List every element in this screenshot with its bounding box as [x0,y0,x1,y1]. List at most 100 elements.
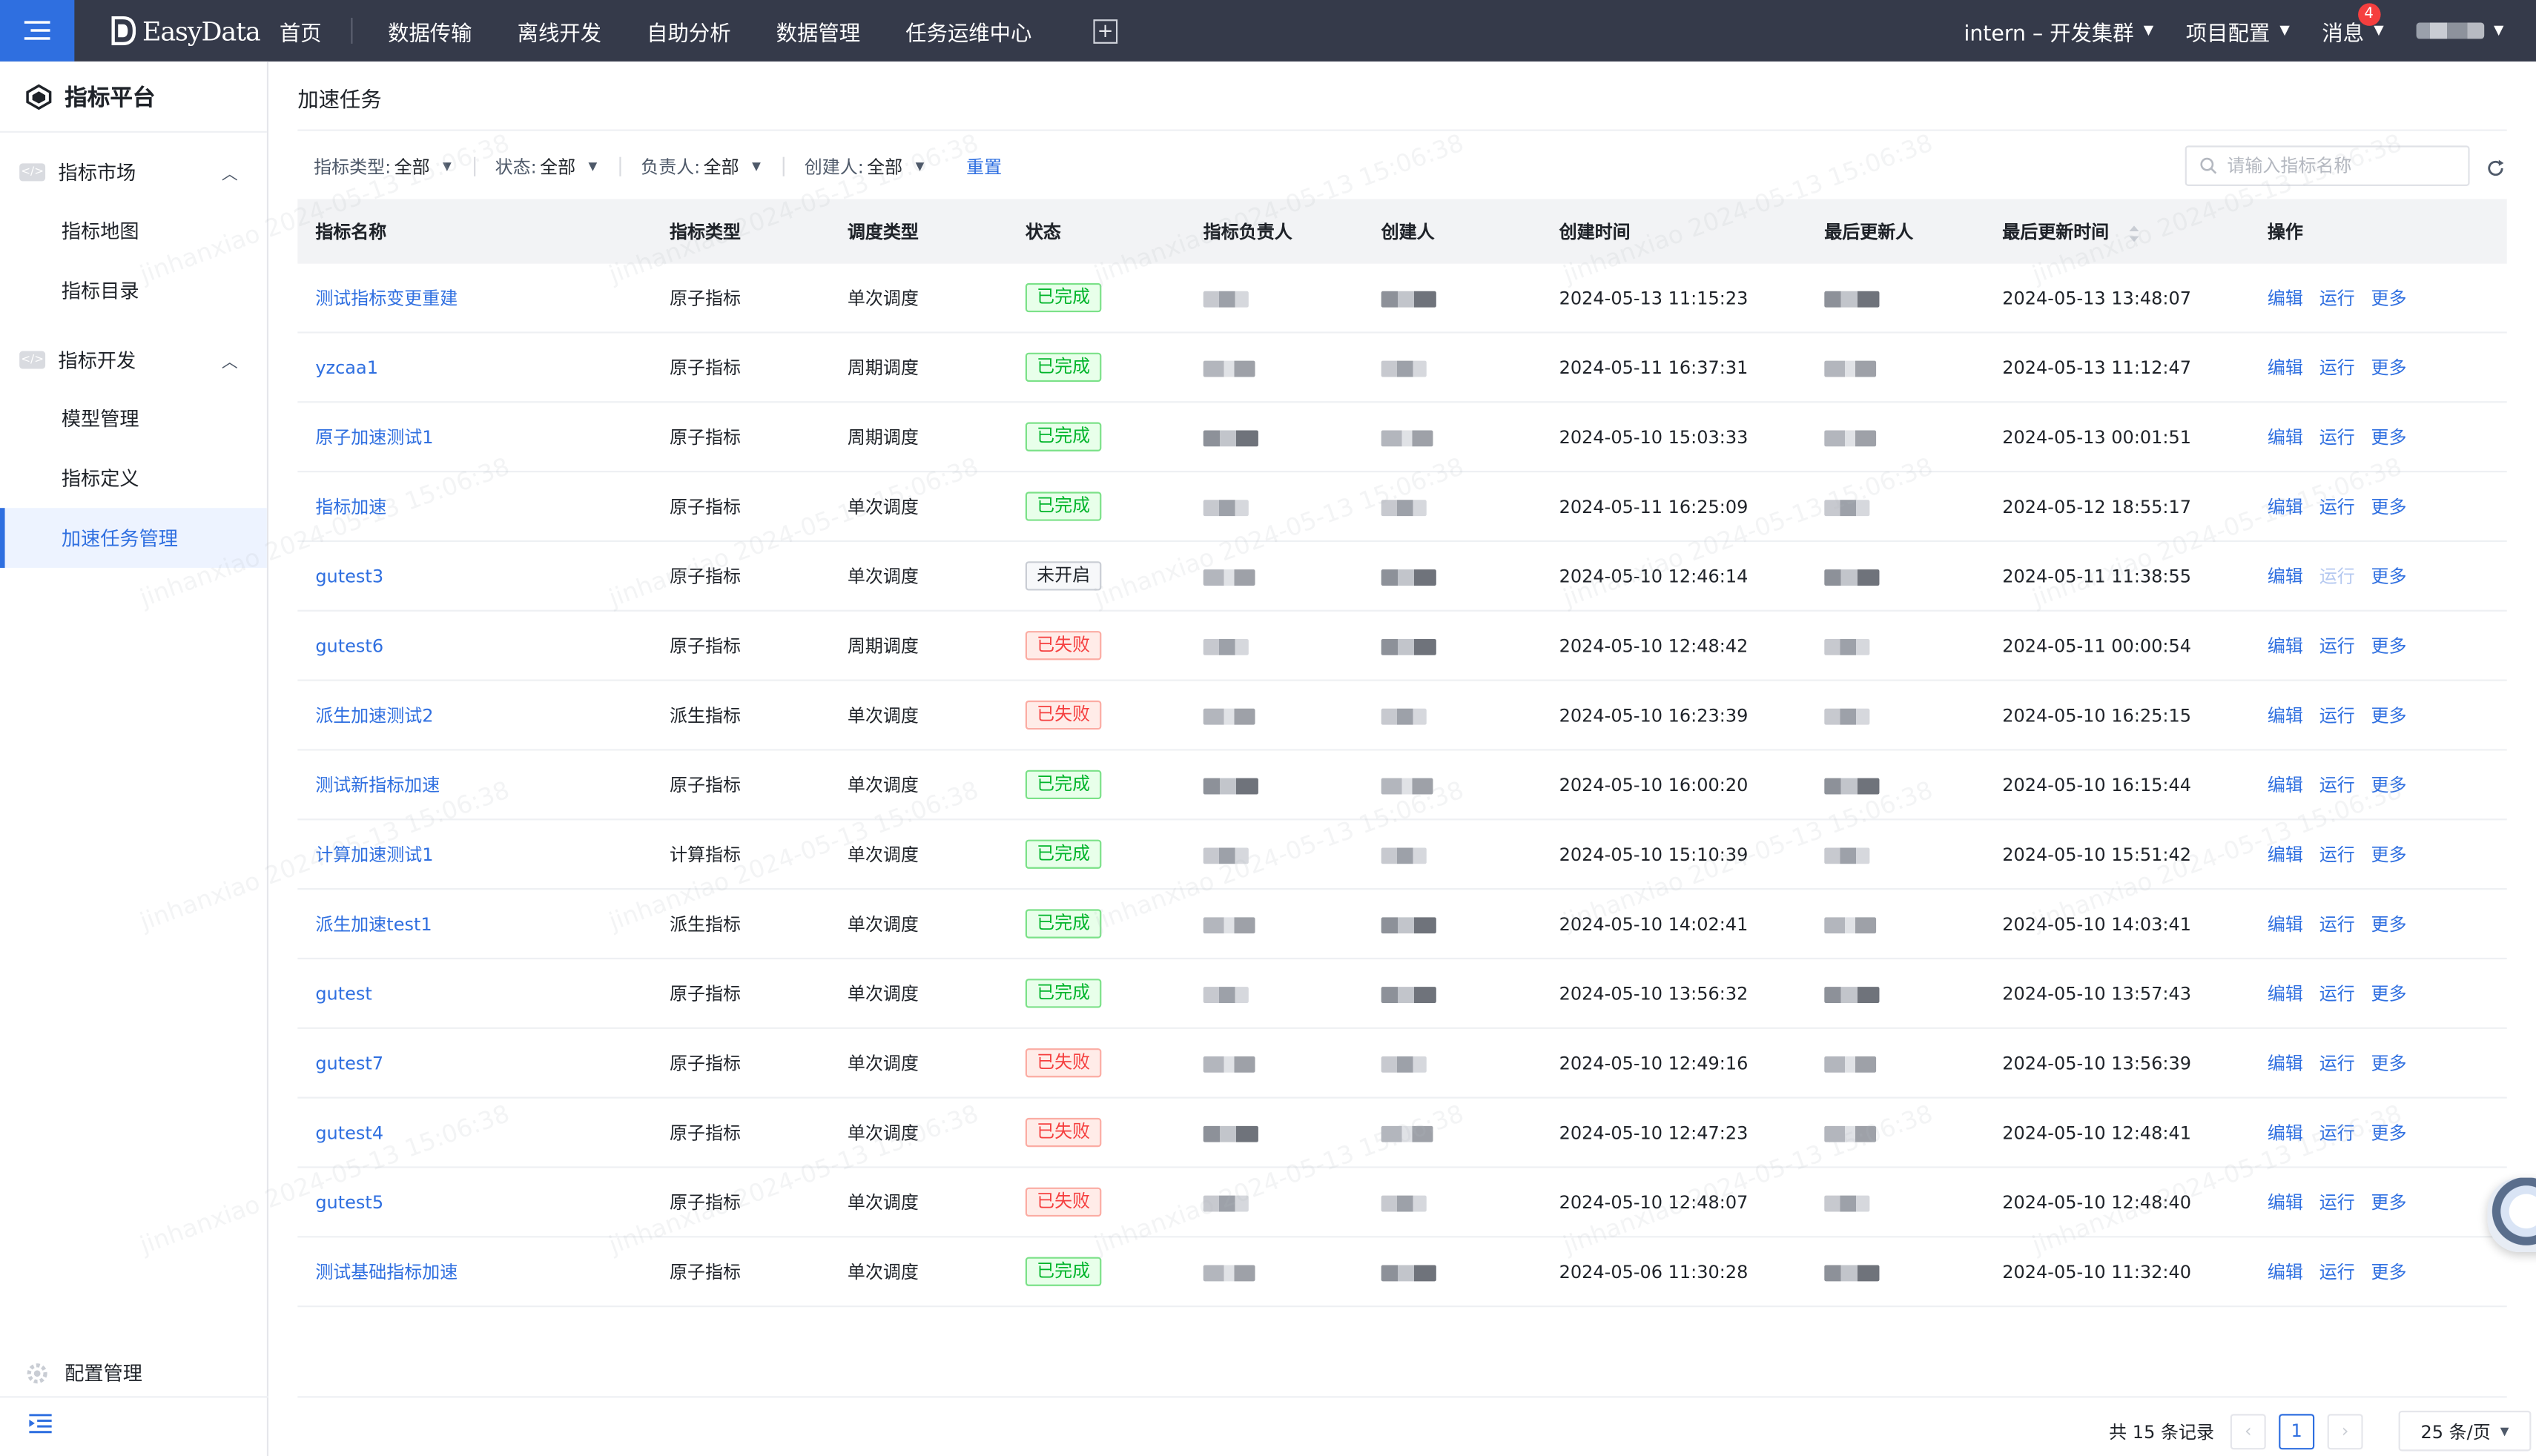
metric-name-link[interactable]: 计算加速测试1 [315,844,433,865]
reset-button[interactable]: 重置 [966,153,1002,179]
page-number-button[interactable]: 1 [2279,1413,2315,1449]
more-button[interactable]: 更多 [2371,1119,2407,1145]
run-button[interactable]: 运行 [2319,424,2355,450]
filter-creator[interactable]: 创建人: 全部 ▼ [805,153,925,179]
metric-name-link[interactable]: gutest [315,983,372,1004]
run-button[interactable]: 运行 [2319,911,2355,937]
cell-metric-type: 原子指标 [669,635,741,657]
next-page-button[interactable]: › [2327,1413,2363,1449]
run-button[interactable]: 运行 [2319,841,2355,867]
more-button[interactable]: 更多 [2371,424,2407,450]
cluster-select[interactable]: intern – 开发集群 ▼ [1964,16,2153,46]
run-button[interactable]: 运行 [2319,702,2355,728]
more-button[interactable]: 更多 [2371,702,2407,728]
cell-status: 已失败 [1008,1187,1186,1217]
edit-button[interactable]: 编辑 [2268,1119,2303,1145]
run-button[interactable]: 运行 [2319,980,2355,1006]
more-button[interactable]: 更多 [2371,563,2407,589]
edit-button[interactable]: 编辑 [2268,1189,2303,1215]
nav-home[interactable]: 首页 [280,16,322,46]
edit-button[interactable]: 编辑 [2268,980,2303,1006]
messages-menu[interactable]: 消息 ▼ 4 [2322,2,2384,46]
edit-button[interactable]: 编辑 [2268,772,2303,798]
cell-metric-name: gutest7 [297,1053,652,1073]
search-input[interactable] [2227,155,2454,176]
sidebar-group-dev[interactable]: </> 指标开发 ︿ [0,330,267,388]
edit-button[interactable]: 编辑 [2268,702,2303,728]
metric-name-link[interactable]: gutest4 [315,1122,383,1142]
run-button[interactable]: 运行 [2319,772,2355,798]
assistant-robot-button[interactable] [2487,1177,2536,1253]
more-button[interactable]: 更多 [2371,980,2407,1006]
run-button[interactable]: 运行 [2319,563,2355,589]
more-button[interactable]: 更多 [2371,772,2407,798]
metric-name-link[interactable]: 测试指标变更重建 [315,288,458,308]
nav-data-management[interactable]: 数据管理 [776,16,860,46]
edit-button[interactable]: 编辑 [2268,563,2303,589]
run-button[interactable]: 运行 [2319,494,2355,520]
metric-name-link[interactable]: gutest6 [315,635,383,656]
prev-page-button[interactable]: ‹ [2230,1413,2266,1449]
metric-name-link[interactable]: 派生加速test1 [315,914,432,935]
metric-name-link[interactable]: gutest3 [315,566,383,586]
more-button[interactable]: 更多 [2371,1050,2407,1076]
menu-toggle-button[interactable] [0,0,75,62]
sidebar-item-acceleration-tasks[interactable]: 加速任务管理 [0,508,267,568]
more-button[interactable]: 更多 [2371,632,2407,658]
edit-button[interactable]: 编辑 [2268,354,2303,380]
run-button[interactable]: 运行 [2319,1050,2355,1076]
edit-button[interactable]: 编辑 [2268,841,2303,867]
sidebar-item-metric-map[interactable]: 指标地图 [0,201,267,261]
metric-name-link[interactable]: 派生加速测试2 [315,705,433,726]
filter-metric-type[interactable]: 指标类型: 全部 ▼ [314,153,452,179]
more-button[interactable]: 更多 [2371,841,2407,867]
refresh-button[interactable] [2486,153,2505,184]
metric-name-link[interactable]: 测试新指标加速 [315,775,440,795]
run-button[interactable]: 运行 [2319,632,2355,658]
sidebar-item-metric-definition[interactable]: 指标定义 [0,448,267,508]
filter-status[interactable]: 状态: 全部 ▼ [495,153,598,179]
metric-name-link[interactable]: 指标加速 [315,497,386,517]
more-button[interactable]: 更多 [2371,1259,2407,1285]
edit-button[interactable]: 编辑 [2268,911,2303,937]
metric-name-link[interactable]: 原子加速测试1 [315,427,433,448]
sort-icon[interactable] [2128,224,2139,242]
nav-offline-dev[interactable]: 离线开发 [518,16,601,46]
app-logo[interactable]: EasyData [110,16,261,46]
metric-name-link[interactable]: gutest5 [315,1191,383,1212]
edit-button[interactable]: 编辑 [2268,285,2303,311]
edit-button[interactable]: 编辑 [2268,494,2303,520]
run-button[interactable]: 运行 [2319,1119,2355,1145]
nav-data-transfer[interactable]: 数据传输 [388,16,472,46]
more-button[interactable]: 更多 [2371,285,2407,311]
more-button[interactable]: 更多 [2371,1189,2407,1215]
edit-button[interactable]: 编辑 [2268,1050,2303,1076]
page-size-select[interactable]: 25 条/页 ▼ [2398,1410,2532,1452]
project-config-menu[interactable]: 项目配置 ▼ [2186,16,2290,46]
more-button[interactable]: 更多 [2371,494,2407,520]
column-header-sortable[interactable]: 最后更新时间 [1984,219,2250,245]
edit-button[interactable]: 编辑 [2268,1259,2303,1285]
metric-name-link[interactable]: 测试基础指标加速 [315,1262,458,1283]
nav-self-analysis[interactable]: 自助分析 [647,16,730,46]
sidebar-item-metric-catalog[interactable]: 指标目录 [0,260,267,320]
more-button[interactable]: 更多 [2371,354,2407,380]
add-tab-icon[interactable]: + [1093,19,1117,43]
cell-last-updater [1806,704,1984,725]
filter-owner[interactable]: 负责人: 全部 ▼ [641,153,761,179]
user-menu[interactable]: ▼ [2416,21,2503,39]
run-button[interactable]: 运行 [2319,1259,2355,1285]
run-button[interactable]: 运行 [2319,285,2355,311]
metric-name-link[interactable]: gutest7 [315,1053,383,1073]
metric-name-link[interactable]: yzcaa1 [315,357,378,377]
sidebar-config[interactable]: 配置管理 [0,1349,269,1398]
edit-button[interactable]: 编辑 [2268,424,2303,450]
edit-button[interactable]: 编辑 [2268,632,2303,658]
run-button[interactable]: 运行 [2319,1189,2355,1215]
sidebar-collapse-button[interactable] [29,1409,52,1440]
sidebar-group-market[interactable]: </> 指标市场 ︿ [0,142,267,201]
nav-task-ops[interactable]: 任务运维中心 [905,16,1031,46]
more-button[interactable]: 更多 [2371,911,2407,937]
run-button[interactable]: 运行 [2319,354,2355,380]
sidebar-item-model-management[interactable]: 模型管理 [0,388,267,449]
